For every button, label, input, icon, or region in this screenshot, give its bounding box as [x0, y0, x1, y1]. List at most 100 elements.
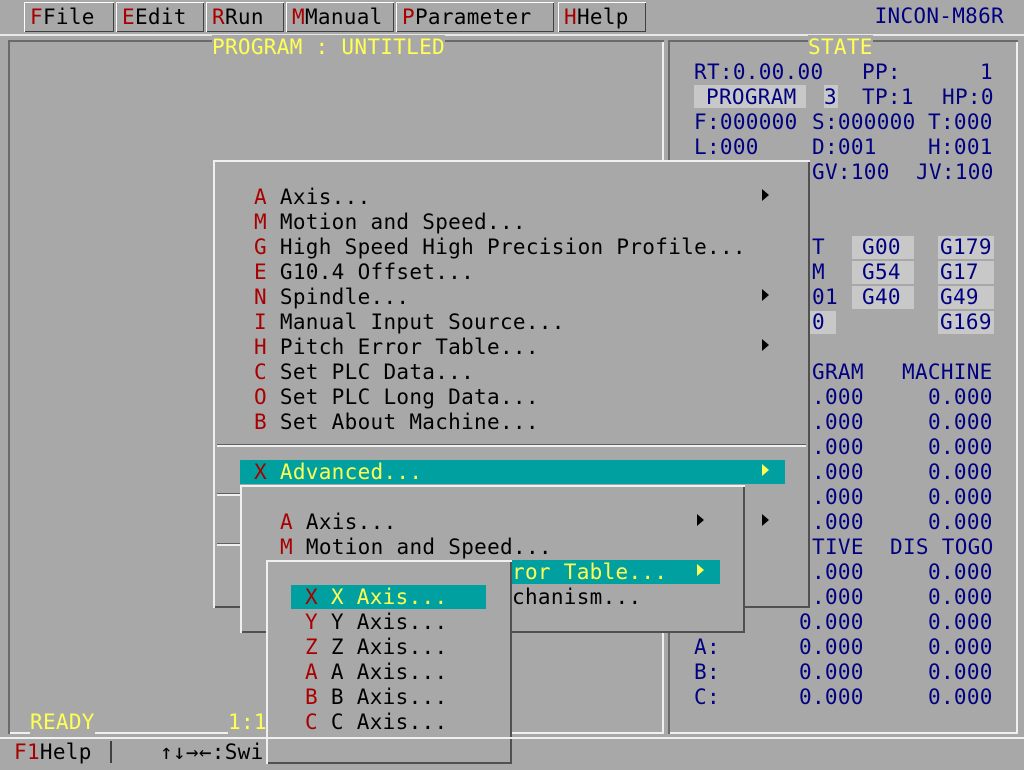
pos-machine-value: 0.000	[928, 510, 993, 534]
run-time: RT:0.00.00	[694, 60, 824, 84]
rel-header-relative: TIVE	[812, 535, 864, 559]
submenu-arrow-icon	[697, 514, 704, 526]
submenu-arrow-icon	[697, 564, 704, 576]
pp-label: PP:	[862, 60, 901, 84]
adv-item-error-table[interactable]: ror Table...	[512, 560, 667, 585]
param-item-motion-hotkey: M	[254, 210, 267, 234]
axis-item-b[interactable]: B B Axis...	[305, 685, 447, 710]
rel-relative-value: 0.000	[799, 660, 864, 684]
submenu-arrow-icon	[762, 289, 769, 301]
param-item-g104[interactable]: E G10.4 Offset...	[254, 260, 474, 285]
param-item-motion[interactable]: M Motion and Speed...	[254, 210, 526, 235]
param-item-about[interactable]: B Set About Machine...	[254, 410, 539, 435]
param-item-plc-data-hotkey: C	[254, 360, 267, 384]
adv-item-motion[interactable]: M Motion and Speed...	[280, 535, 552, 560]
rel-distogo-value: 0.000	[928, 585, 993, 609]
feed-value: F:000000	[694, 110, 798, 134]
param-item-plc-long[interactable]: O Set PLC Long Data...	[254, 385, 539, 410]
adv-item-mechanism[interactable]: chanism...	[512, 585, 641, 610]
menu-separator	[217, 444, 806, 447]
adv-item-axis-hotkey: A	[280, 510, 293, 534]
pp-value: 1	[980, 60, 993, 84]
adv-item-axis[interactable]: A Axis...	[280, 510, 397, 535]
state-title: STATE	[808, 35, 873, 60]
param-item-manual-input[interactable]: I Manual Input Source...	[254, 310, 565, 335]
menu-manual[interactable]: MManual	[286, 2, 394, 32]
pos-machine-value: 0.000	[928, 410, 993, 434]
axis-item-x[interactable]: X X Axis...	[305, 585, 447, 610]
param-item-manual-input-label: Manual Input Source...	[279, 310, 565, 334]
rel-relative-value: .000	[812, 560, 864, 584]
menu-manual-hotkey: M	[292, 5, 305, 29]
param-item-spindle-label: Spindle...	[279, 285, 410, 309]
param-item-plc-data[interactable]: C Set PLC Data...	[254, 360, 474, 385]
menu-parameter[interactable]: PParameter	[396, 2, 554, 32]
param-item-hshp-label: High Speed High Precision Profile...	[279, 235, 746, 259]
gcode-cell: G54	[862, 260, 901, 284]
key-hint: ↑↓→←:Swi	[160, 740, 264, 764]
menu-parameter-label: Parameter	[414, 5, 532, 29]
rel-distogo-value: 0.000	[928, 610, 993, 634]
rel-relative-value: 0.000	[799, 685, 864, 709]
status-bar	[0, 737, 1024, 770]
param-item-spindle[interactable]: N Spindle...	[254, 285, 409, 310]
rel-distogo-value: 0.000	[928, 660, 993, 684]
help-key[interactable]: F1Help	[14, 740, 92, 765]
pos-program-value: .000	[812, 385, 864, 409]
param-item-g104-label: G10.4 Offset...	[279, 260, 475, 284]
param-item-axis[interactable]: A Axis...	[254, 185, 371, 210]
pos-program-value: .000	[812, 435, 864, 459]
menu-help[interactable]: HHelp	[558, 2, 646, 32]
jv-value: JV:100	[916, 160, 994, 184]
param-item-pitch-error-label: Pitch Error Table...	[279, 335, 539, 359]
param-item-pitch-error[interactable]: H Pitch Error Table...	[254, 335, 539, 360]
menu-edit-label: Edit	[134, 5, 187, 29]
pos-machine-value: 0.000	[928, 485, 993, 509]
menu-run[interactable]: RRun	[206, 2, 284, 32]
rel-axis-label: A:	[694, 635, 720, 659]
menu-file-hotkey: F	[30, 5, 43, 29]
gcode-cell: G40	[862, 285, 901, 309]
pos-program-value: .000	[812, 460, 864, 484]
rel-distogo-value: 0.000	[928, 685, 993, 709]
spindle-value: S:000000	[812, 110, 916, 134]
status-divider	[110, 741, 112, 763]
menu-parameter-hotkey: P	[402, 5, 415, 29]
submenu-arrow-icon	[762, 339, 769, 351]
param-item-g104-hotkey: E	[254, 260, 267, 284]
menu-file[interactable]: FFile	[24, 2, 114, 32]
menu-separator	[217, 493, 241, 496]
gcode-cell: 0	[812, 310, 825, 334]
menu-edit[interactable]: EEdit	[116, 2, 204, 32]
axis-item-a[interactable]: A A Axis...	[305, 660, 447, 685]
axis-item-c[interactable]: C C Axis...	[305, 710, 447, 735]
param-item-hshp[interactable]: G High Speed High Precision Profile...	[254, 235, 746, 260]
menu-file-label: File	[42, 5, 95, 29]
axis-menu-bottom	[266, 737, 512, 764]
param-item-axis-hotkey: A	[254, 185, 267, 209]
adv-item-motion-label: Motion and Speed...	[305, 535, 552, 559]
pos-machine-value: 0.000	[928, 435, 993, 459]
axis-item-c-hotkey: C	[305, 710, 318, 734]
axis-item-y[interactable]: Y Y Axis...	[305, 610, 447, 635]
rel-distogo-value: 0.000	[928, 560, 993, 584]
menu-help-hotkey: H	[564, 5, 577, 29]
axis-item-b-label: B Axis...	[330, 685, 448, 709]
pos-program-value: .000	[812, 485, 864, 509]
menu-edit-hotkey: E	[122, 5, 135, 29]
axis-item-x-label: X Axis...	[330, 585, 448, 609]
param-item-hshp-hotkey: G	[254, 235, 267, 259]
submenu-arrow-icon	[762, 189, 769, 201]
axis-item-x-hotkey: X	[305, 585, 318, 609]
gcode-cell: 01	[812, 285, 838, 309]
submenu-arrow-icon	[762, 464, 769, 476]
axis-item-b-hotkey: B	[305, 685, 318, 709]
d-value: D:001	[812, 135, 877, 159]
param-item-advanced[interactable]: X Advanced...	[254, 460, 422, 485]
pos-header-program: GRAM	[812, 360, 864, 384]
axis-item-z[interactable]: Z Z Axis...	[305, 635, 447, 660]
pos-machine-value: 0.000	[928, 385, 993, 409]
menu-help-label: Help	[576, 5, 629, 29]
adv-item-axis-label: Axis...	[305, 510, 397, 534]
param-item-advanced-hotkey: X	[254, 460, 267, 484]
